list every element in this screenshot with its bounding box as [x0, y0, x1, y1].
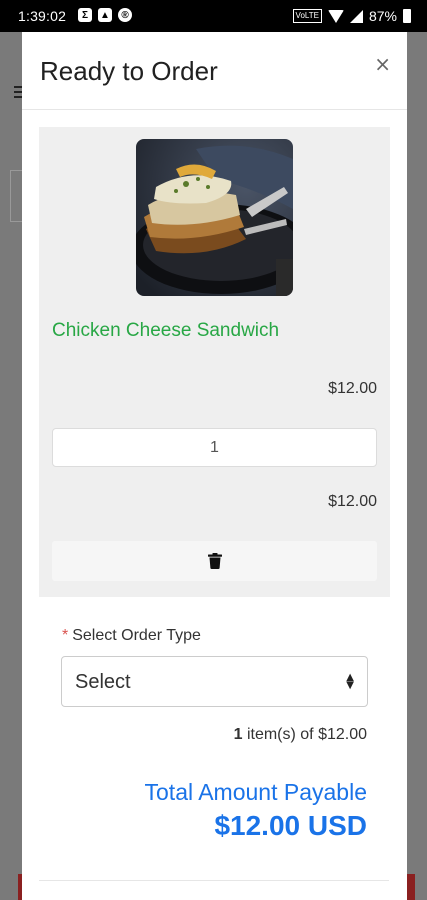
item-count: 1	[233, 726, 243, 743]
select-arrows-icon: ▲ ▼	[346, 672, 354, 691]
unit-price: $12.00	[328, 380, 377, 397]
battery-icon	[403, 9, 411, 23]
order-modal: Ready to Order × Chicken Cheese Sandwich…	[22, 32, 407, 900]
product-image	[136, 139, 293, 296]
signal-icon	[349, 9, 363, 23]
volte-icon: VoLTE	[292, 9, 322, 23]
wifi-icon	[327, 9, 344, 23]
system-icons: VoLTE 87%	[292, 8, 411, 24]
cart-item-card: Chicken Cheese Sandwich $12.00 1 $12.00	[39, 127, 390, 597]
required-marker: *	[62, 627, 69, 644]
image-icon: ▲	[98, 8, 112, 22]
close-button[interactable]: ×	[374, 52, 391, 76]
modal-title: Ready to Order	[40, 56, 218, 86]
order-type-label-text: Select Order Type	[72, 627, 201, 644]
total-amount: $12.00 USD	[214, 810, 367, 841]
order-type-selected-value: Select	[75, 671, 131, 693]
line-total: $12.00	[328, 493, 377, 510]
product-name[interactable]: Chicken Cheese Sandwich	[52, 320, 279, 342]
footer-divider	[39, 880, 389, 881]
sandwich-photo-icon	[136, 139, 293, 296]
quantity-input[interactable]: 1	[52, 428, 377, 467]
delete-item-button[interactable]	[52, 541, 377, 581]
trash-icon	[207, 553, 222, 569]
notification-sigma-icon: Σ	[78, 8, 92, 22]
status-bar: 1:39:02 Σ ▲ ® VoLTE 87%	[0, 0, 427, 32]
order-type-label: * Select Order Type	[62, 627, 201, 645]
notification-icons: Σ ▲ ®	[78, 8, 132, 22]
items-summary: 1 item(s) of $12.00	[234, 726, 367, 744]
app-notification-icon: ®	[118, 8, 132, 22]
order-type-select[interactable]: Select ▲ ▼	[61, 656, 368, 707]
battery-percent: 87%	[368, 8, 397, 24]
status-time: 1:39:02	[18, 8, 67, 24]
modal-header: Ready to Order ×	[22, 32, 407, 110]
items-summary-text: item(s) of $12.00	[242, 726, 367, 743]
total-label: Total Amount Payable	[144, 779, 367, 805]
